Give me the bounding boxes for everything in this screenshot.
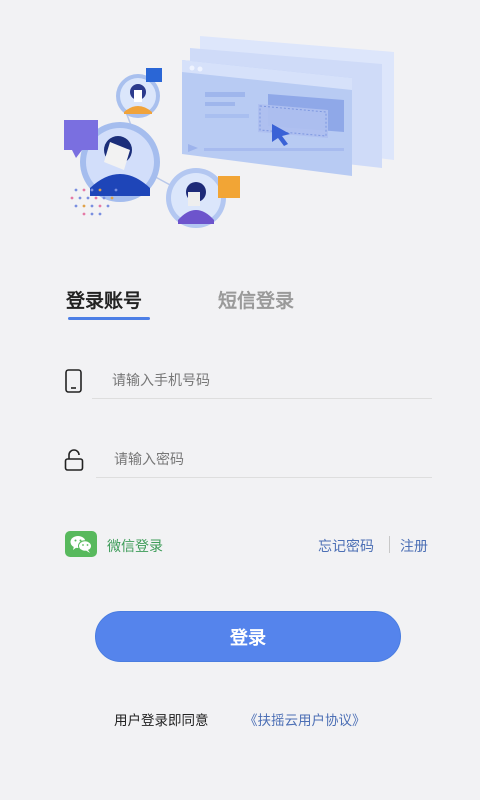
browser-windows-graphic: [182, 36, 394, 176]
lock-icon: [64, 449, 84, 471]
user-agreement-link[interactable]: 《扶摇云用户协议》: [244, 709, 366, 729]
user-avatar-right-graphic: [166, 168, 240, 228]
agreement-text: 用户登录即同意: [114, 713, 209, 729]
phone-input-underline: [92, 398, 432, 399]
forgot-password-link[interactable]: 忘记密码: [318, 536, 374, 556]
tab-sms-login[interactable]: 短信登录: [218, 286, 294, 313]
password-input-underline: [96, 477, 432, 478]
tab-account-login[interactable]: 登录账号: [66, 286, 142, 313]
register-link[interactable]: 注册: [400, 536, 428, 556]
phone-input[interactable]: [112, 366, 422, 396]
password-field: [62, 437, 432, 483]
hero-illustration: [64, 36, 394, 228]
wechat-login-link[interactable]: 微信登录: [107, 536, 163, 556]
active-tab-indicator: [68, 317, 150, 320]
link-divider: [389, 536, 390, 553]
password-input[interactable]: [114, 445, 424, 475]
phone-field: [62, 358, 432, 404]
user-avatar-small-graphic: [116, 68, 162, 118]
wechat-icon[interactable]: [65, 531, 97, 557]
phone-icon: [65, 369, 82, 393]
user-avatar-main-graphic: [64, 120, 160, 202]
login-button[interactable]: 登录: [95, 611, 401, 662]
